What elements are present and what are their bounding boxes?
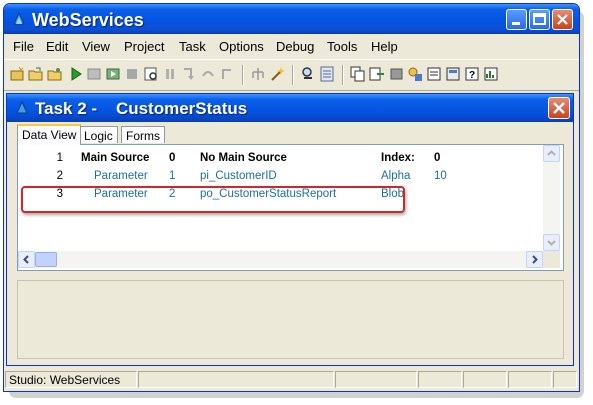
properties-icon[interactable] bbox=[426, 66, 442, 82]
minimize-button[interactable] bbox=[506, 9, 527, 30]
tree-icon[interactable] bbox=[250, 66, 266, 82]
chevron-up-icon bbox=[547, 150, 556, 156]
scroll-up-button[interactable] bbox=[543, 145, 560, 162]
toolbar-separator bbox=[342, 65, 344, 85]
find-icon[interactable] bbox=[300, 66, 316, 82]
chevron-down-icon bbox=[547, 240, 556, 246]
row-kind: Parameter bbox=[94, 170, 148, 182]
maximize-button[interactable] bbox=[529, 9, 550, 30]
close-button[interactable] bbox=[552, 9, 573, 30]
toolbar-separator bbox=[242, 65, 244, 85]
menu-view[interactable]: View bbox=[82, 39, 110, 54]
step-over-icon[interactable] bbox=[200, 66, 216, 82]
help-icon[interactable]: ? bbox=[464, 66, 480, 82]
scroll-corner bbox=[543, 251, 560, 268]
status-text: Studio: WebServices bbox=[5, 371, 137, 388]
row-name: pi_CustomerID bbox=[200, 170, 277, 182]
status-cell bbox=[335, 371, 417, 388]
status-cell bbox=[138, 371, 334, 388]
main-window: WebServices File Edit View Project Task … bbox=[3, 3, 580, 392]
chevron-right-icon bbox=[532, 255, 538, 264]
status-cell bbox=[508, 371, 552, 388]
row-extra: 10 bbox=[434, 170, 447, 182]
form-icon[interactable] bbox=[445, 66, 461, 82]
close-icon bbox=[557, 14, 568, 25]
tab-logic[interactable]: Logic bbox=[79, 126, 118, 143]
task-window: Task 2 - CustomerStatus Data View Logic … bbox=[6, 93, 574, 366]
task-window-icon bbox=[16, 100, 28, 114]
minimize-icon bbox=[512, 22, 520, 25]
row-kind: Main Source bbox=[81, 152, 150, 164]
row-index: 1 bbox=[169, 170, 176, 182]
annotation-highlight bbox=[21, 186, 405, 213]
table-row[interactable]: 1 Main Source 0 No Main Source Index: 0 bbox=[18, 150, 543, 168]
toolbar-separator bbox=[292, 65, 294, 85]
menu-bar: File Edit View Project Task Options Debu… bbox=[4, 37, 579, 56]
window-title: WebServices bbox=[32, 10, 144, 30]
properties-panel bbox=[17, 280, 564, 359]
status-cell bbox=[463, 371, 507, 388]
toolbar: ? bbox=[4, 59, 579, 91]
new-icon[interactable] bbox=[9, 66, 25, 82]
scroll-down-button[interactable] bbox=[543, 234, 560, 251]
row-type: Alpha bbox=[381, 170, 411, 182]
line-number: 1 bbox=[56, 152, 63, 164]
menu-edit[interactable]: Edit bbox=[46, 39, 68, 54]
tab-forms[interactable]: Forms bbox=[121, 126, 165, 143]
scroll-left-button[interactable] bbox=[18, 251, 35, 268]
status-cell bbox=[418, 371, 462, 388]
row-extra: 0 bbox=[434, 152, 441, 164]
open-folder-icon[interactable] bbox=[47, 66, 63, 82]
wizard-icon[interactable] bbox=[269, 66, 285, 82]
scroll-thumb[interactable] bbox=[35, 252, 57, 267]
import-icon[interactable] bbox=[388, 66, 404, 82]
step-out-icon[interactable] bbox=[219, 66, 235, 82]
menu-task[interactable]: Task bbox=[179, 39, 206, 54]
close-icon bbox=[553, 102, 565, 114]
vertical-scrollbar[interactable] bbox=[543, 145, 560, 251]
row-index: 0 bbox=[169, 152, 176, 164]
menu-options[interactable]: Options bbox=[219, 39, 264, 54]
app-icon bbox=[13, 11, 25, 25]
step-icon[interactable] bbox=[86, 66, 102, 82]
open-icon[interactable] bbox=[28, 66, 44, 82]
stop-icon[interactable] bbox=[124, 66, 140, 82]
line-number: 2 bbox=[56, 170, 63, 182]
task-title: Task 2 - CustomerStatus bbox=[35, 99, 248, 118]
horizontal-scrollbar[interactable] bbox=[18, 251, 543, 268]
task-close-button[interactable] bbox=[548, 97, 570, 119]
svg-text:?: ? bbox=[469, 70, 475, 81]
menu-file[interactable]: File bbox=[13, 39, 34, 54]
chart-icon[interactable] bbox=[483, 66, 499, 82]
export-icon[interactable] bbox=[369, 66, 385, 82]
step-into-icon[interactable] bbox=[181, 66, 197, 82]
status-bar: Studio: WebServices bbox=[4, 370, 579, 390]
tab-strip: Data View Logic Forms bbox=[7, 124, 573, 145]
task-title-bar[interactable]: Task 2 - CustomerStatus bbox=[7, 94, 573, 122]
scroll-right-button[interactable] bbox=[526, 251, 543, 268]
run-icon[interactable] bbox=[68, 66, 84, 82]
copy-icon[interactable] bbox=[350, 66, 366, 82]
menu-debug[interactable]: Debug bbox=[276, 39, 314, 54]
debug-run-icon[interactable] bbox=[105, 66, 121, 82]
preview-icon[interactable] bbox=[143, 66, 159, 82]
security-icon[interactable] bbox=[407, 66, 423, 82]
menu-tools[interactable]: Tools bbox=[327, 39, 357, 54]
menu-project[interactable]: Project bbox=[124, 39, 164, 54]
pause-icon[interactable] bbox=[162, 66, 178, 82]
table-row[interactable]: 2 Parameter 1 pi_CustomerID Alpha 10 bbox=[18, 168, 543, 186]
tab-data-view[interactable]: Data View bbox=[17, 124, 82, 145]
size-grip[interactable] bbox=[553, 371, 577, 388]
document-icon[interactable] bbox=[319, 66, 335, 82]
title-bar[interactable]: WebServices bbox=[4, 4, 579, 34]
chevron-left-icon bbox=[23, 255, 29, 264]
row-type: Index: bbox=[381, 152, 415, 164]
row-name: No Main Source bbox=[200, 152, 287, 164]
maximize-icon bbox=[533, 13, 546, 25]
menu-help[interactable]: Help bbox=[371, 39, 398, 54]
